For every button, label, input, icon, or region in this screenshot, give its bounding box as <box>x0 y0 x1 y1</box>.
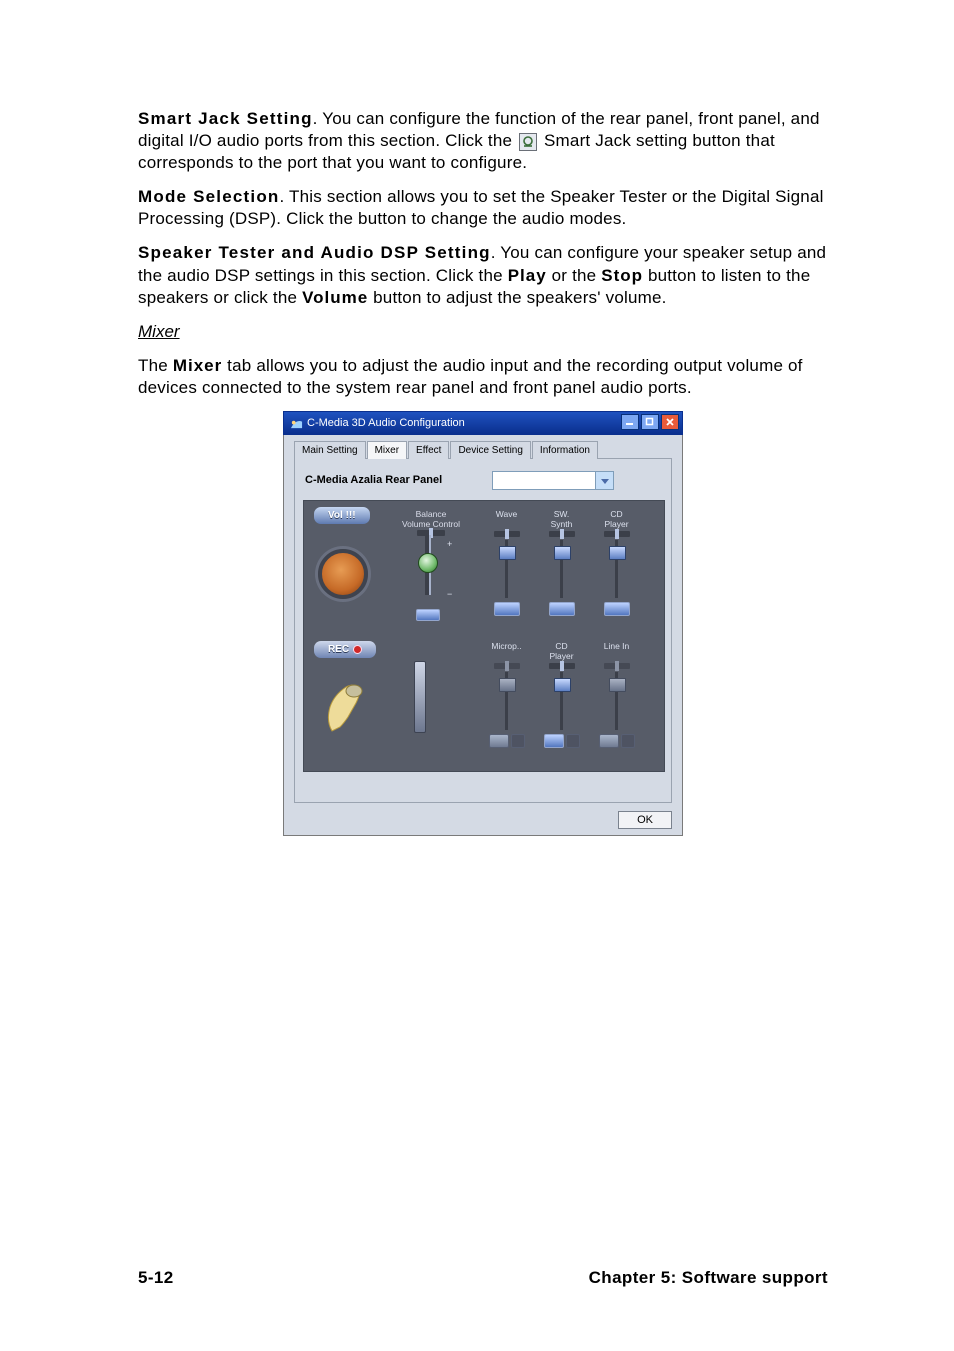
rec-channel-cd-label: CDPlayer <box>534 641 589 661</box>
channel-cd-fader[interactable] <box>615 540 618 598</box>
mixer-text-a: The <box>138 356 173 375</box>
rec-light-icon <box>353 645 362 654</box>
channel-synth-label: SW.Synth <box>534 509 589 529</box>
channel-synth-mute[interactable] <box>549 602 575 616</box>
smart-jack-bold: Smart Jack Setting <box>138 109 313 128</box>
tab-information[interactable]: Information <box>532 441 598 459</box>
device-dropdown[interactable] <box>492 471 614 490</box>
rec-channel-mic-select[interactable] <box>511 734 525 748</box>
rec-channel-mic: Microp.. <box>479 641 534 748</box>
tab-effect[interactable]: Effect <box>408 441 449 459</box>
mixer-canvas: Vol !!! BalanceVolume Control + − Wave <box>303 500 665 772</box>
channel-cd-balance[interactable] <box>604 531 630 537</box>
rec-channel-cd: CDPlayer <box>534 641 589 748</box>
channel-wave: Wave <box>479 509 534 616</box>
app-window: C-Media 3D Audio Configuration Main Sett… <box>283 411 683 836</box>
app-icon <box>290 417 303 430</box>
rec-channel-cd-fader[interactable] <box>560 672 563 730</box>
channel-synth-balance[interactable] <box>549 531 575 537</box>
app-body: Main Setting Mixer Effect Device Setting… <box>283 435 683 836</box>
mode-selection-bold: Mode Selection <box>138 187 280 206</box>
speaker-tester-text-d: button to adjust the speakers' volume. <box>368 288 666 307</box>
channel-synth-fader[interactable] <box>560 540 563 598</box>
rec-channel-mic-label: Microp.. <box>479 641 534 661</box>
titlebar: C-Media 3D Audio Configuration <box>283 411 683 435</box>
ok-button[interactable]: OK <box>618 811 672 829</box>
channel-wave-balance[interactable] <box>494 531 520 537</box>
tab-main-setting[interactable]: Main Setting <box>294 441 366 459</box>
para-mode-selection: Mode Selection. This section allows you … <box>138 186 828 230</box>
record-channels: Microp.. CDPlayer Line In <box>479 641 644 748</box>
rec-channel-mic-mute[interactable] <box>489 734 509 748</box>
mixer-text-b: tab allows you to adjust the audio input… <box>138 356 803 397</box>
para-speaker-tester: Speaker Tester and Audio DSP Setting. Yo… <box>138 242 828 308</box>
page-number: 5-12 <box>138 1267 174 1289</box>
tabs: Main Setting Mixer Effect Device Setting… <box>294 441 672 459</box>
smart-jack-icon <box>519 133 537 151</box>
rec-channel-linein: Line In <box>589 641 644 748</box>
rec-channel-cd-mute[interactable] <box>544 734 564 748</box>
plus-icon: + <box>447 539 452 551</box>
rec-channel-cd-select[interactable] <box>566 734 580 748</box>
panel: C-Media Azalia Rear Panel Vol !!! Balanc… <box>294 458 672 803</box>
master-volume-slider[interactable] <box>410 535 444 595</box>
chapter-title: Chapter 5: Software support <box>589 1267 828 1289</box>
channel-wave-fader[interactable] <box>505 540 508 598</box>
speaker-tester-text-b: or the <box>547 266 602 285</box>
rec-channel-cd-balance[interactable] <box>549 663 575 669</box>
minus-icon: − <box>447 589 452 601</box>
minimize-button[interactable] <box>621 414 639 430</box>
playback-channels: Wave SW.Synth CDPlayer <box>479 509 644 616</box>
rec-channel-linein-select[interactable] <box>621 734 635 748</box>
volume-bold: Volume <box>302 288 368 307</box>
para-smart-jack: Smart Jack Setting. You can configure th… <box>138 108 828 174</box>
restore-button[interactable] <box>641 414 659 430</box>
channel-cd-label: CDPlayer <box>589 509 644 529</box>
window-title: C-Media 3D Audio Configuration <box>307 416 465 430</box>
dropdown-arrow-icon[interactable] <box>595 472 613 489</box>
master-dial[interactable] <box>318 549 368 599</box>
stop-bold: Stop <box>601 266 643 285</box>
close-button[interactable] <box>661 414 679 430</box>
play-bold: Play <box>508 266 547 285</box>
channel-wave-mute[interactable] <box>494 602 520 616</box>
rec-channel-mic-balance[interactable] <box>494 663 520 669</box>
balance-label: BalanceVolume Control <box>401 509 461 529</box>
vol-section-label: Vol !!! <box>314 507 370 524</box>
speaker-tester-bold: Speaker Tester and Audio DSP Setting <box>138 243 491 262</box>
mixer-subhead: Mixer <box>138 321 828 343</box>
channel-cd-mute[interactable] <box>604 602 630 616</box>
master-mute-button[interactable] <box>416 609 440 621</box>
page-footer: 5-12 Chapter 5: Software support <box>0 1267 954 1289</box>
para-mixer: The Mixer tab allows you to adjust the a… <box>138 355 828 399</box>
tab-device-setting[interactable]: Device Setting <box>450 441 530 459</box>
channel-wave-label: Wave <box>479 509 534 529</box>
rec-channel-linein-label: Line In <box>589 641 644 661</box>
panel-label: C-Media Azalia Rear Panel <box>305 473 442 487</box>
rec-channel-mic-fader[interactable] <box>505 672 508 730</box>
channel-cd: CDPlayer <box>589 509 644 616</box>
rec-channel-linein-fader[interactable] <box>615 672 618 730</box>
rec-channel-linein-balance[interactable] <box>604 663 630 669</box>
mixer-bold: Mixer <box>173 356 222 375</box>
channel-synth: SW.Synth <box>534 509 589 616</box>
rec-channel-linein-mute[interactable] <box>599 734 619 748</box>
microphone-icon <box>326 681 366 733</box>
rec-level-meter <box>414 661 426 733</box>
rec-section-label: REC <box>314 641 376 658</box>
tab-mixer[interactable]: Mixer <box>367 441 407 459</box>
